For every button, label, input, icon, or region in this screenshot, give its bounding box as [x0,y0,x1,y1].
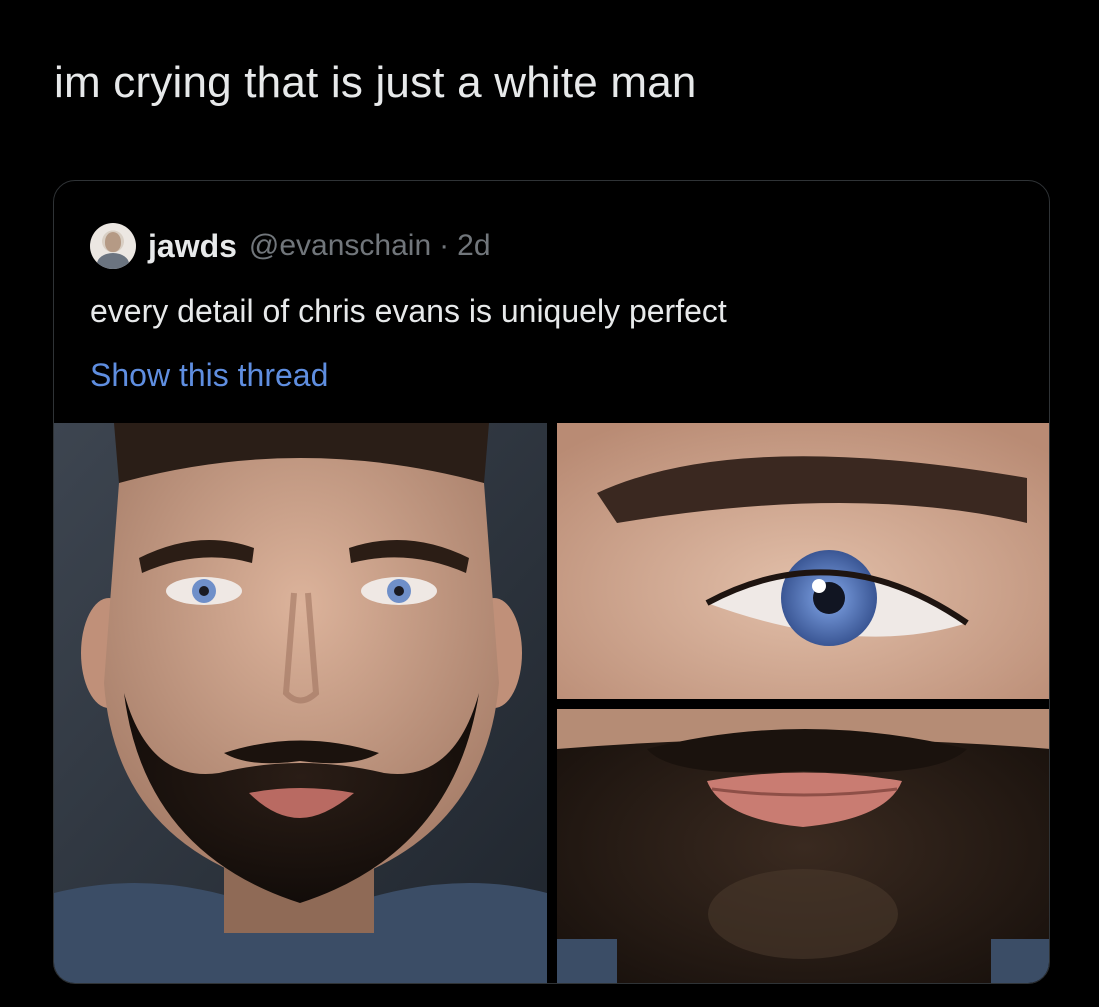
eye-image [557,423,1049,699]
user-handle[interactable]: @evanschain [249,229,431,263]
mouth-image [557,709,1049,983]
face-photo[interactable] [54,423,547,983]
show-thread-link[interactable]: Show this thread [90,357,328,394]
separator-dot: · [439,229,450,262]
face-image [54,423,547,983]
quote-text: every detail of chris evans is uniquely … [90,293,727,329]
eye-photo[interactable] [557,423,1049,699]
quote-header: jawds @evanschain · 2d [90,223,491,269]
media-grid [54,423,1049,983]
quote-tweet-card[interactable]: jawds @evanschain · 2d every detail of c… [53,180,1050,984]
tweet-text: im crying that is just a white man [54,58,697,107]
timestamp[interactable]: 2d [457,229,490,263]
avatar[interactable] [90,223,136,269]
mouth-photo[interactable] [557,709,1049,983]
display-name[interactable]: jawds [148,228,237,265]
